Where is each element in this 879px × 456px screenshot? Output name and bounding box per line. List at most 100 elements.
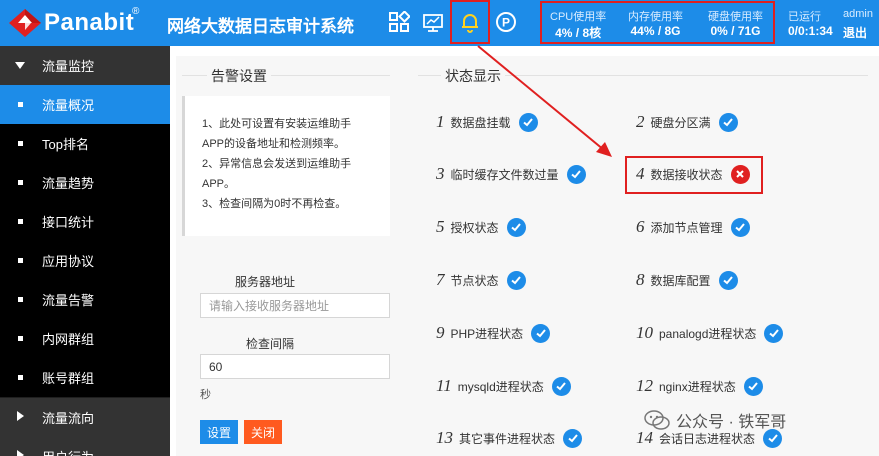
cpu-usage-value: 4% / 8核 (555, 26, 602, 40)
interval-unit: 秒 (200, 389, 211, 401)
bullet-icon (18, 219, 23, 224)
caret-right-icon (17, 450, 24, 456)
status-label: 数据盘挂载 (450, 115, 511, 130)
note-line: APP的设备地址和检测频率。 (202, 138, 346, 150)
uptime: 已运行 0/0:1:34 (788, 8, 833, 38)
bullet-icon (18, 141, 23, 146)
logo-text: Panabit (44, 9, 135, 36)
sidebar-item-label: 内网群组 (42, 332, 95, 347)
uptime-value: 0/0:1:34 (788, 24, 833, 38)
sidebar-item-traffic-alarm[interactable]: 流量告警 (0, 280, 170, 319)
watermark-text: 公众号 · 铁军哥 (676, 414, 787, 431)
status-number: 9 (436, 323, 445, 342)
note-line: 3、检查间隔为0时不再检查。 (202, 198, 347, 210)
check-icon (764, 323, 784, 343)
status-number: 10 (636, 323, 653, 342)
sidebar-item-interface-stats[interactable]: 接口统计 (0, 202, 170, 241)
server-address-input[interactable] (200, 293, 390, 318)
panabit-logo[interactable]: Panabit ® (8, 6, 158, 40)
check-interval-label: 检查间隔 (245, 337, 294, 351)
sidebar-item-label: 流量趋势 (42, 176, 95, 191)
cpu-usage-label: CPU使用率 (550, 11, 607, 23)
check-icon (506, 217, 526, 237)
status-number: 3 (436, 164, 445, 183)
bullet-icon (18, 375, 23, 380)
sidebar-item-label: 流量概况 (42, 98, 95, 113)
status-label: 临时缓存文件数过量 (450, 167, 559, 182)
bullet-icon (18, 297, 23, 302)
sidebar-item-label: 流量告警 (42, 293, 95, 308)
apps-icon[interactable] (387, 10, 411, 34)
sidebar-group-user-behavior[interactable]: 用户行为 (0, 437, 170, 456)
caret-right-icon (17, 411, 24, 421)
status-item: 6 添加节点管理 (636, 215, 750, 239)
status-number: 12 (636, 376, 653, 395)
p-circle-icon[interactable]: P (494, 10, 518, 34)
bullet-icon (18, 258, 23, 263)
disk-usage-value: 0% / 71G (710, 24, 761, 38)
bullet-icon (18, 102, 23, 107)
note-line: 1、此处可设置有安装运维助手 (202, 118, 352, 130)
check-icon (551, 376, 571, 396)
status-number: 5 (436, 217, 445, 236)
sidebar-group-traffic-monitor[interactable]: 流量监控 (0, 46, 170, 85)
sidebar-item-top-ranking[interactable]: Top排名 (0, 124, 170, 163)
status-item-error: 4 数据接收状态 (636, 162, 750, 186)
wechat-icon (644, 410, 670, 430)
bell-icon[interactable] (458, 10, 482, 34)
check-icon (718, 270, 738, 290)
check-icon (730, 217, 750, 237)
check-icon (531, 323, 551, 343)
sidebar-item-lan-groups[interactable]: 内网群组 (0, 319, 170, 358)
memory-usage-label: 内存使用率 (628, 11, 683, 23)
sidebar-item-label: 用户行为 (42, 447, 94, 456)
status-display-title: 状态显示 (441, 66, 505, 86)
status-item: 13 其它事件进程状态 (436, 426, 583, 450)
logout-link[interactable]: 退出 (843, 24, 873, 41)
status-item: 12 nginx进程状态 (636, 374, 763, 398)
check-icon (518, 112, 538, 132)
top-header: Panabit ® 网络大数据日志审计系统 P CPU使用率 4% / 8核 内… (0, 0, 879, 46)
status-label: panalogd进程状态 (659, 326, 757, 341)
disk-usage-label: 硬盘使用率 (708, 11, 763, 23)
status-label: 节点状态 (450, 273, 499, 288)
sidebar-item-account-groups[interactable]: 账号群组 (0, 358, 170, 397)
alarm-settings-title: 告警设置 (207, 66, 271, 86)
status-item: 8 数据库配置 (636, 268, 738, 292)
note-line: 2、异常信息会发送到运维助手 (202, 158, 352, 170)
status-label: 添加节点管理 (650, 220, 723, 235)
status-label: 会话日志进程状态 (659, 431, 756, 446)
sidebar-item-app-protocol[interactable]: 应用协议 (0, 241, 170, 280)
status-item: 5 授权状态 (436, 215, 526, 239)
sidebar-item-traffic-overview[interactable]: 流量概况 (0, 85, 170, 124)
check-interval-input[interactable] (200, 354, 390, 379)
status-number: 13 (436, 428, 453, 447)
status-label: 授权状态 (450, 220, 499, 235)
sidebar-item-label: 账号群组 (42, 371, 95, 386)
check-icon (563, 428, 583, 448)
status-number: 11 (436, 376, 452, 395)
status-number: 8 (636, 270, 645, 289)
bullet-icon (18, 336, 23, 341)
logo-registered-mark: ® (132, 6, 140, 17)
monitor-icon[interactable] (421, 10, 445, 34)
status-item: 1 数据盘挂载 (436, 110, 538, 134)
status-number: 1 (436, 112, 445, 131)
disk-usage: 硬盘使用率 0% / 71G (708, 8, 763, 38)
sidebar-group-traffic-flow[interactable]: 流量流向 (0, 398, 170, 437)
alarm-notes: 1、此处可设置有安装运维助手 APP的设备地址和检测频率。 2、异常信息会发送到… (182, 96, 390, 236)
close-button[interactable]: 关闭 (244, 420, 283, 444)
status-item: 10 panalogd进程状态 (636, 321, 784, 345)
sidebar-item-label: 流量流向 (42, 411, 95, 426)
status-item: 2 硬盘分区满 (636, 110, 738, 134)
save-settings-button[interactable]: 设置 (200, 420, 239, 444)
status-label: mysqld进程状态 (457, 379, 544, 394)
system-title: 网络大数据日志审计系统 (167, 17, 354, 36)
sidebar-item-traffic-trend[interactable]: 流量趋势 (0, 163, 170, 202)
sidebar-item-label: Top排名 (42, 137, 89, 152)
uptime-label: 已运行 (788, 11, 821, 23)
logo-mark-icon (9, 9, 41, 37)
memory-usage-value: 44% / 8G (630, 24, 681, 38)
status-item: 11 mysqld进程状态 (436, 374, 571, 398)
check-icon (743, 376, 763, 396)
